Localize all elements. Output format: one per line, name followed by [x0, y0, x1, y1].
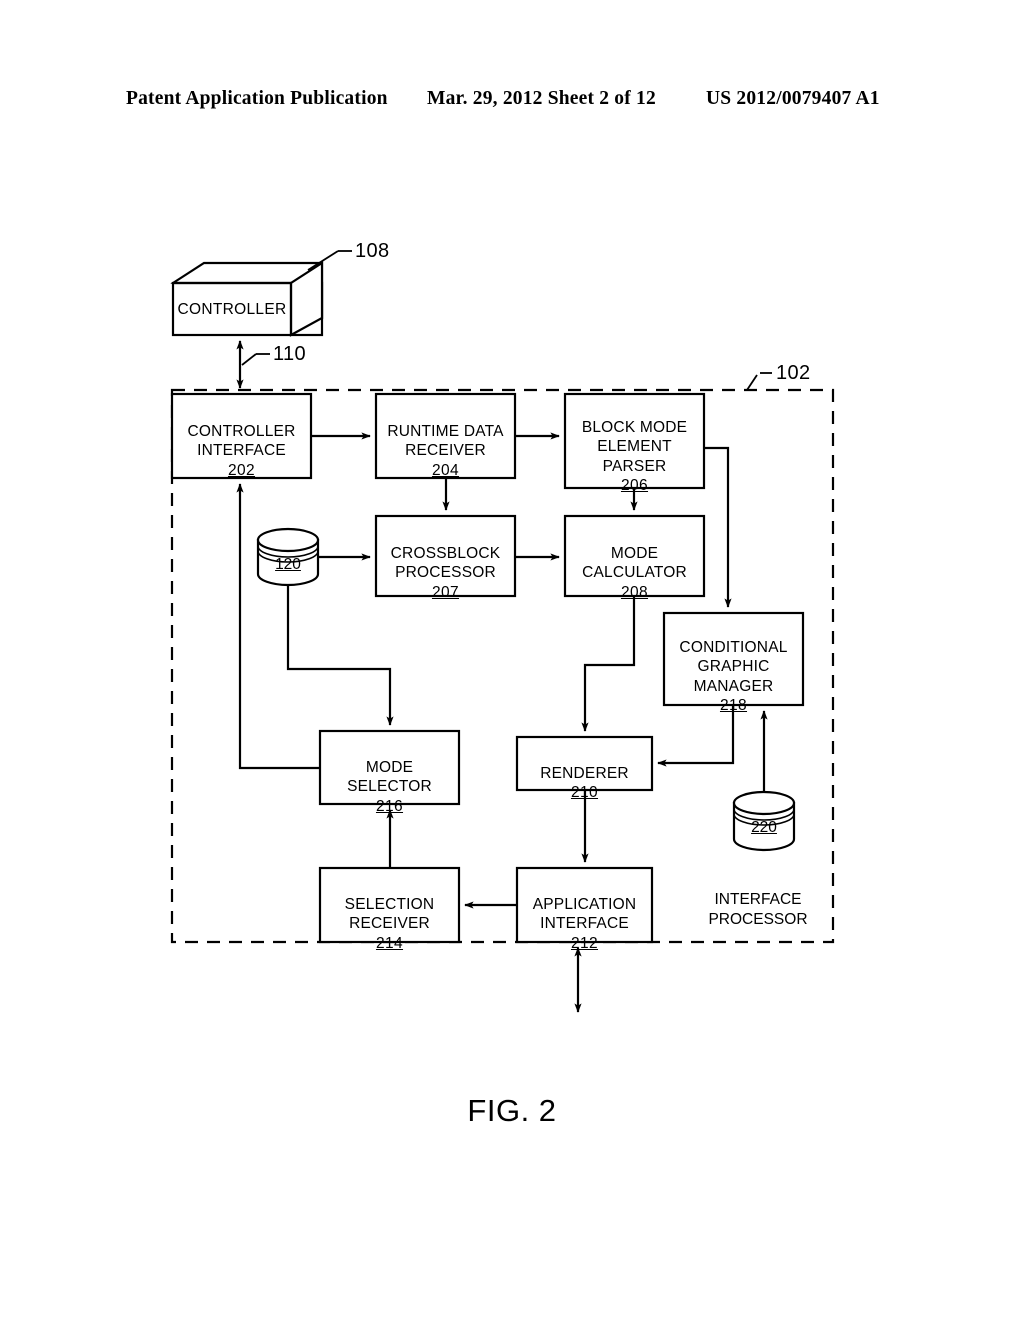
leader-102 — [746, 374, 758, 391]
ref-label-110: 110 — [273, 343, 307, 365]
edge-206-to-218 — [704, 446, 732, 608]
controller-label: CONTROLLER — [177, 301, 287, 318]
figure-caption: FIG. 2 — [467, 1093, 557, 1128]
box-controller-interface — [170, 392, 313, 480]
edge-218-to-210 — [657, 705, 735, 767]
box-conditional-graphic-manager — [662, 611, 805, 707]
box-crossblock-processor — [374, 514, 517, 598]
ref-label-108: 108 — [355, 240, 390, 262]
interface-processor-label: INTERFACE PROCESSOR — [708, 891, 808, 928]
box-selection-receiver — [318, 866, 461, 944]
box-renderer — [515, 735, 654, 792]
box-block-mode-element-parser — [563, 392, 706, 490]
patent-drawing-page: Patent Application Publication Mar. 29, … — [0, 0, 1024, 1320]
box-runtime-data-receiver — [374, 392, 517, 480]
edge-216-to-202 — [236, 483, 320, 770]
box-mode-selector — [318, 729, 461, 806]
datastore-label-120: 120 — [275, 556, 301, 573]
edge-120-to-216 — [286, 585, 394, 726]
box-mode-calculator — [563, 514, 706, 598]
leader-110 — [241, 353, 257, 366]
controller-3d-box — [170, 260, 324, 337]
edge-208-to-210 — [581, 596, 636, 732]
box-application-interface — [515, 866, 654, 944]
ref-label-102: 102 — [776, 362, 811, 384]
datastore-label-220: 220 — [751, 819, 777, 836]
